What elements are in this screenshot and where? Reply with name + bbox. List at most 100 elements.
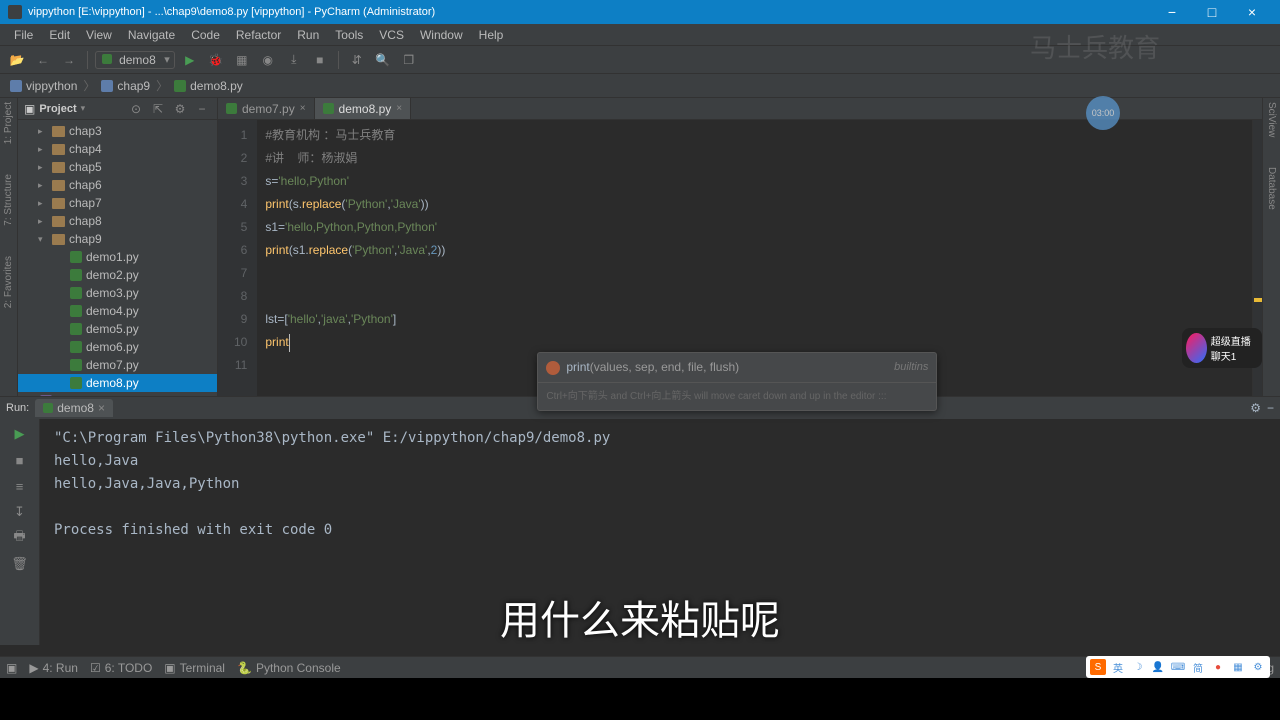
ime-jian-icon[interactable]: 简 <box>1190 659 1206 675</box>
ime-person-icon[interactable]: 👤 <box>1150 659 1166 675</box>
tool-favorites[interactable]: 2: Favorites <box>3 256 14 308</box>
status-terminal[interactable]: ▣ Terminal <box>164 661 225 675</box>
debug-icon[interactable]: 🐞 <box>205 49 227 71</box>
code-body[interactable]: #教育机构 ：马士兵教育 #讲 师：杨淑娟 s='hello,Python' p… <box>257 120 1252 396</box>
run-config-selector[interactable]: demo8 <box>95 51 175 69</box>
ime-tool-icon[interactable]: ▦ <box>1230 659 1246 675</box>
tree-file-demo7-py[interactable]: demo7.py <box>18 356 217 374</box>
print-icon[interactable]: 🖶 <box>10 529 30 547</box>
breadcrumb-bar: vippython 〉 chap9 〉 demo8.py <box>0 74 1280 98</box>
ime-keyboard-icon[interactable]: ⌨ <box>1170 659 1186 675</box>
collapse-icon[interactable]: ⇱ <box>149 100 167 118</box>
status-pyconsole[interactable]: 🐍 Python Console <box>237 661 341 675</box>
tree-file-demo2-py[interactable]: demo2.py <box>18 266 217 284</box>
code-completion-popup[interactable]: print(values, sep, end, file, flush) bui… <box>537 352 937 411</box>
suggestion-source: builtins <box>894 356 928 379</box>
run-title: Run: <box>6 402 29 414</box>
search-icon[interactable]: 🔍 <box>372 49 394 71</box>
show-tools-icon[interactable]: ▣ <box>6 661 17 675</box>
tool-sciview[interactable]: SciView <box>1266 102 1277 137</box>
menu-view[interactable]: View <box>78 26 120 44</box>
run-icon[interactable]: ▶ <box>179 49 201 71</box>
tree-file-demo1-py[interactable]: demo1.py <box>18 248 217 266</box>
ime-moon-icon[interactable]: ☽ <box>1130 659 1146 675</box>
breadcrumb-root[interactable]: vippython <box>6 77 81 95</box>
coverage-icon[interactable]: ▦ <box>231 49 253 71</box>
project-panel-header: ▣ Project ▾ ⊙ ⇱ ⚙ − <box>18 98 217 120</box>
stop-run-icon[interactable]: ■ <box>10 451 30 469</box>
run-tab[interactable]: demo8 × <box>35 399 113 417</box>
tree-folder-chap4[interactable]: ▸chap4 <box>18 140 217 158</box>
clear-icon[interactable]: 🗑 <box>10 555 30 573</box>
structure-icon[interactable]: ❐ <box>398 49 420 71</box>
tool-structure[interactable]: 7: Structure <box>3 174 14 226</box>
layout-icon[interactable]: ≡ <box>10 477 30 495</box>
run-settings-icon[interactable]: ⚙ <box>1250 401 1261 415</box>
tree-folder-chap6[interactable]: ▸chap6 <box>18 176 217 194</box>
menu-window[interactable]: Window <box>412 26 471 44</box>
close-button[interactable]: × <box>1232 0 1272 24</box>
warning-marker[interactable] <box>1254 298 1262 302</box>
tree-folder-chap3[interactable]: ▸chap3 <box>18 122 217 140</box>
tool-database[interactable]: Database <box>1266 167 1277 210</box>
project-tree[interactable]: ▸chap3▸chap4▸chap5▸chap6▸chap7▸chap8▾cha… <box>18 120 217 396</box>
vcs-icon[interactable]: ⇵ <box>346 49 368 71</box>
attach-icon[interactable]: ⤓ <box>283 49 305 71</box>
tree-file-demo5-py[interactable]: demo5.py <box>18 320 217 338</box>
ime-lang[interactable]: 英 <box>1110 659 1126 675</box>
suggestion-type-icon <box>546 361 560 375</box>
menu-file[interactable]: File <box>6 26 41 44</box>
menu-help[interactable]: Help <box>471 26 512 44</box>
open-icon[interactable]: 📂 <box>6 49 28 71</box>
menu-vcs[interactable]: VCS <box>371 26 412 44</box>
tree-external-libs[interactable]: ▸External Libraries <box>18 392 217 396</box>
app-icon <box>8 5 22 19</box>
tree-folder-chap9[interactable]: ▾chap9 <box>18 230 217 248</box>
tool-project[interactable]: 1: Project <box>3 102 14 144</box>
minimize-button[interactable]: − <box>1152 0 1192 24</box>
settings-icon[interactable]: ⚙ <box>171 100 189 118</box>
run-hide-icon[interactable]: − <box>1267 401 1274 415</box>
run-action-gutter: ▶ ■ ≡ ↧ 🖶 🗑 <box>0 419 40 645</box>
menu-navigate[interactable]: Navigate <box>120 26 183 44</box>
editor-tab-demo7-py[interactable]: demo7.py× <box>218 98 315 119</box>
locate-icon[interactable]: ⊙ <box>127 100 145 118</box>
hide-icon[interactable]: − <box>193 100 211 118</box>
tree-file-demo3-py[interactable]: demo3.py <box>18 284 217 302</box>
menu-refactor[interactable]: Refactor <box>228 26 289 44</box>
back-icon[interactable]: ← <box>32 49 54 71</box>
breadcrumb-file[interactable]: demo8.py <box>170 77 247 95</box>
ime-rec-icon[interactable]: ● <box>1210 659 1226 675</box>
right-tool-strip: SciView Database <box>1262 98 1280 396</box>
menu-code[interactable]: Code <box>183 26 228 44</box>
tree-folder-chap5[interactable]: ▸chap5 <box>18 158 217 176</box>
stop-icon[interactable]: ■ <box>309 49 331 71</box>
ime-tray[interactable]: S 英 ☽ 👤 ⌨ 简 ● ▦ ⚙ <box>1086 656 1270 678</box>
tree-file-demo4-py[interactable]: demo4.py <box>18 302 217 320</box>
scroll-end-icon[interactable]: ↧ <box>10 503 30 521</box>
breadcrumb-folder[interactable]: chap9 <box>97 77 154 95</box>
left-tool-strip: 1: Project 7: Structure 2: Favorites <box>0 98 18 396</box>
profile-icon[interactable]: ◉ <box>257 49 279 71</box>
ime-icon[interactable]: S <box>1090 659 1106 675</box>
stream-widget[interactable]: 超级直播 聊天1 <box>1182 328 1262 368</box>
console-output[interactable]: "C:\Program Files\Python38\python.exe" E… <box>40 419 1280 645</box>
menu-edit[interactable]: Edit <box>41 26 78 44</box>
suggestion-item[interactable]: print(values, sep, end, file, flush) bui… <box>538 353 936 382</box>
menu-run[interactable]: Run <box>289 26 327 44</box>
tree-file-demo8-py[interactable]: demo8.py <box>18 374 217 392</box>
forward-icon[interactable]: → <box>58 49 80 71</box>
maximize-button[interactable]: □ <box>1192 0 1232 24</box>
rerun-icon[interactable]: ▶ <box>10 425 30 443</box>
menu-tools[interactable]: Tools <box>327 26 371 44</box>
status-run[interactable]: ▶ 4: Run <box>29 661 78 675</box>
stream-logo-icon <box>1186 333 1207 363</box>
tree-folder-chap8[interactable]: ▸chap8 <box>18 212 217 230</box>
code-editor[interactable]: 1234567891011 #教育机构 ：马士兵教育 #讲 师：杨淑娟 s='h… <box>218 120 1262 396</box>
editor-tab-demo8-py[interactable]: demo8.py× <box>315 98 412 119</box>
tree-folder-chap7[interactable]: ▸chap7 <box>18 194 217 212</box>
ime-gear-icon[interactable]: ⚙ <box>1250 659 1266 675</box>
tree-file-demo6-py[interactable]: demo6.py <box>18 338 217 356</box>
status-todo[interactable]: ☑ 6: TODO <box>90 661 152 675</box>
project-panel-title: Project <box>39 103 76 115</box>
